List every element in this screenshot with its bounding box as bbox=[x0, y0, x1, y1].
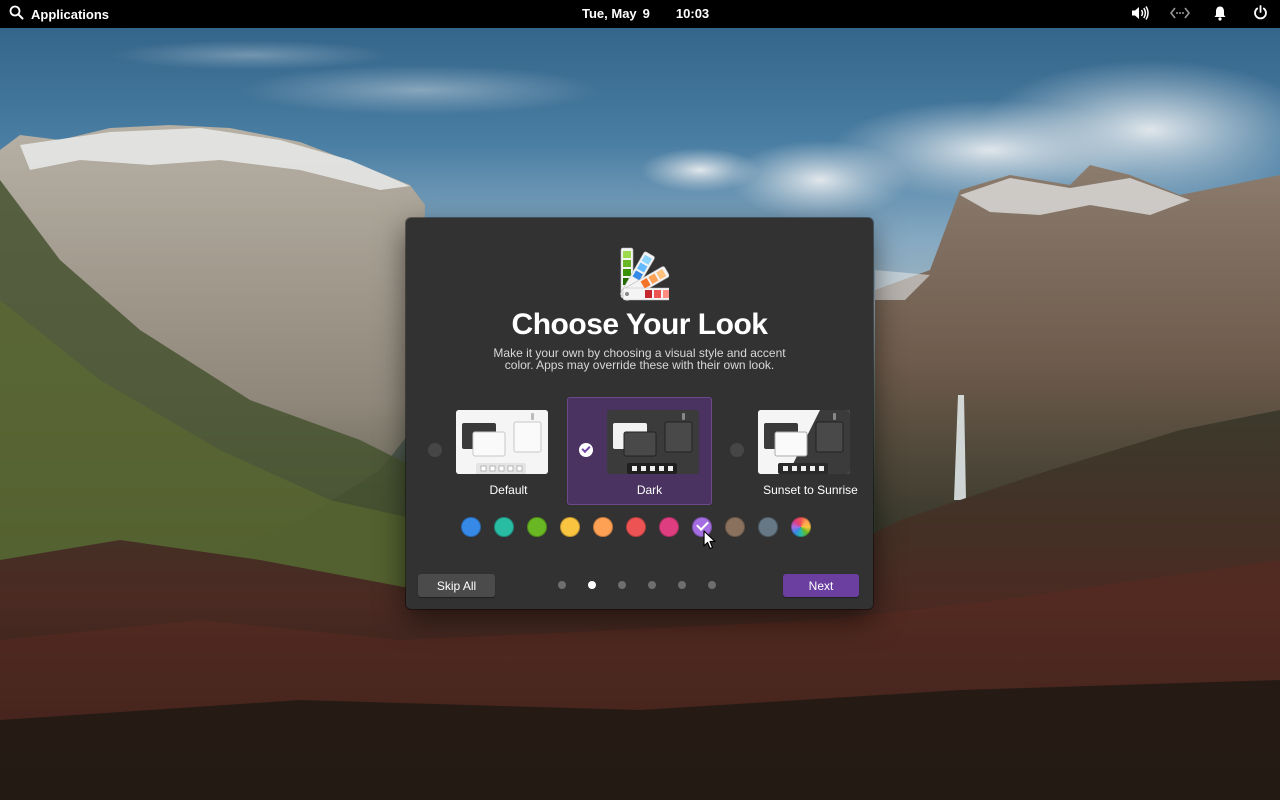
page-dot[interactable] bbox=[708, 581, 716, 589]
volume-indicator[interactable] bbox=[1120, 0, 1160, 28]
style-label-sunset-to-sunrise: Sunset to Sunrise bbox=[763, 483, 858, 497]
accent-bubblegum[interactable] bbox=[659, 517, 679, 537]
skip-all-button[interactable]: Skip All bbox=[418, 574, 495, 597]
next-button[interactable]: Next bbox=[783, 574, 859, 597]
page-dot[interactable] bbox=[588, 581, 596, 589]
style-option-dark[interactable]: Dark bbox=[567, 397, 712, 505]
notifications-indicator[interactable] bbox=[1200, 0, 1240, 28]
page-dot[interactable] bbox=[558, 581, 566, 589]
network-icon bbox=[1169, 7, 1191, 22]
style-option-sunset-to-sunrise[interactable]: Sunset to Sunrise bbox=[718, 397, 863, 505]
style-radio-dark[interactable] bbox=[579, 443, 593, 457]
style-radio-sunset-to-sunrise[interactable] bbox=[730, 443, 744, 457]
network-indicator[interactable] bbox=[1160, 0, 1200, 28]
accent-strawberry[interactable] bbox=[626, 517, 646, 537]
style-label-dark: Dark bbox=[636, 483, 663, 497]
page-dot[interactable] bbox=[618, 581, 626, 589]
mouse-pointer-icon bbox=[703, 530, 717, 550]
search-icon bbox=[9, 5, 24, 23]
style-label-default: Default bbox=[489, 483, 528, 497]
date-number: 9 bbox=[642, 6, 650, 21]
accent-mint[interactable] bbox=[494, 517, 514, 537]
accent-blueberry[interactable] bbox=[461, 517, 481, 537]
top-panel: Applications Tue, May 9 10:03 bbox=[0, 0, 1280, 28]
style-radio-default[interactable] bbox=[428, 443, 442, 457]
panel-indicators bbox=[1120, 0, 1280, 28]
volume-icon bbox=[1130, 5, 1150, 24]
style-preview-dark bbox=[607, 410, 699, 474]
accent-lime[interactable] bbox=[527, 517, 547, 537]
clock-time: 10:03 bbox=[675, 6, 710, 21]
date-day: Tue, May bbox=[582, 6, 637, 21]
datetime-indicator[interactable]: Tue, May 9 10:03 bbox=[582, 6, 709, 21]
applications-menu[interactable]: Applications bbox=[9, 5, 109, 23]
page-dot[interactable] bbox=[648, 581, 656, 589]
style-preview-default bbox=[456, 410, 548, 474]
notifications-icon bbox=[1213, 5, 1227, 24]
power-icon bbox=[1253, 5, 1268, 23]
accent-slate[interactable] bbox=[758, 517, 778, 537]
style-preview-sunset-to-sunrise bbox=[758, 410, 850, 474]
power-indicator[interactable] bbox=[1240, 0, 1280, 28]
style-option-default[interactable]: Default bbox=[416, 397, 561, 505]
accent-orange[interactable] bbox=[593, 517, 613, 537]
onboarding-dialog: Choose Your Look Make it your own by cho… bbox=[406, 218, 873, 609]
applications-label: Applications bbox=[31, 6, 110, 22]
color-palette-icon bbox=[611, 244, 674, 302]
accent-banana[interactable] bbox=[560, 517, 580, 537]
dialog-title: Choose Your Look bbox=[511, 308, 768, 341]
accent-auto[interactable] bbox=[791, 517, 811, 537]
accent-cocoa[interactable] bbox=[725, 517, 745, 537]
dialog-description: Make it your own by choosing a visual st… bbox=[493, 346, 786, 372]
page-dot[interactable] bbox=[678, 581, 686, 589]
